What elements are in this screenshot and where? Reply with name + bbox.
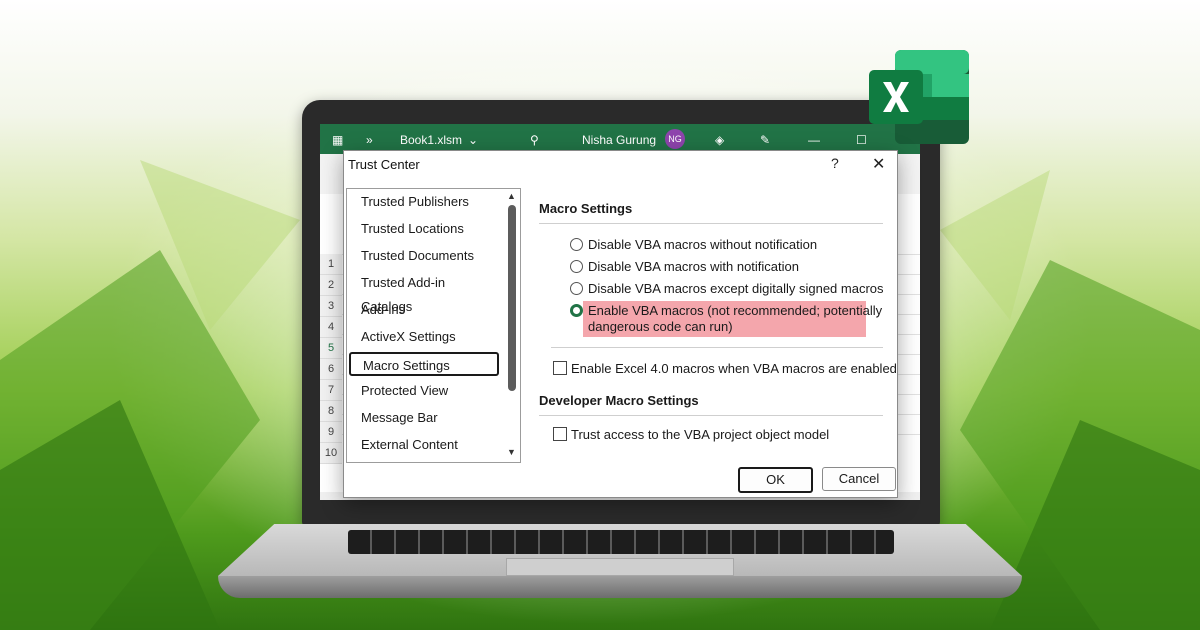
row-header[interactable]: 10	[320, 443, 342, 464]
search-icon[interactable]: ⚲	[530, 133, 539, 147]
laptop-base	[218, 524, 1022, 602]
excel-app-icon: ▦	[332, 133, 344, 147]
nav-scrollbar[interactable]: ▲ ▼	[505, 189, 519, 460]
nav-item-activex-settings[interactable]: ActiveX Settings	[349, 325, 499, 349]
close-button[interactable]: ✕	[872, 154, 885, 174]
scroll-up-arrow-icon[interactable]: ▲	[507, 191, 516, 201]
option-disable-with-notification[interactable]: Disable VBA macros with notification	[588, 259, 799, 274]
dialog-title: Trust Center	[348, 157, 420, 172]
nav-item-macro-settings[interactable]: Macro Settings	[349, 352, 499, 376]
quick-access-chevron-icon[interactable]: »	[366, 133, 373, 147]
keyboard	[348, 530, 894, 554]
minimize-icon[interactable]: —	[808, 133, 820, 147]
row-header[interactable]: 7	[320, 380, 342, 401]
excel-user-name[interactable]: Nisha Gurung	[582, 133, 656, 147]
nav-item-add-ins[interactable]: Add-ins	[349, 298, 499, 322]
nav-item-message-bar[interactable]: Message Bar	[349, 406, 499, 430]
help-button[interactable]: ?	[831, 155, 839, 171]
label-trust-vba-access[interactable]: Trust access to the VBA project object m…	[571, 427, 829, 442]
diamond-icon[interactable]: ◈	[715, 133, 724, 147]
checkbox-trust-vba-access[interactable]	[553, 427, 567, 441]
avatar[interactable]: NG	[665, 129, 685, 149]
option-enable-vba-macros-line2[interactable]: dangerous code can run)	[588, 319, 733, 334]
row-header[interactable]: 4	[320, 317, 342, 338]
radio-disable-with-notification[interactable]	[570, 260, 583, 273]
nav-item-trusted-documents[interactable]: Trusted Documents	[349, 244, 499, 268]
nav-item-protected-view[interactable]: Protected View	[349, 379, 499, 403]
option-disable-no-notification[interactable]: Disable VBA macros without notification	[588, 237, 817, 252]
row-header[interactable]: 8	[320, 401, 342, 422]
nav-item-external-content[interactable]: External Content	[349, 433, 499, 457]
filename-chevron-icon[interactable]: ⌄	[468, 133, 478, 147]
scroll-thumb[interactable]	[508, 205, 516, 391]
option-disable-except-signed[interactable]: Disable VBA macros except digitally sign…	[588, 281, 884, 296]
row-header[interactable]: 9	[320, 422, 342, 443]
section-divider	[539, 223, 883, 224]
laptop-front-edge	[218, 576, 1022, 598]
maximize-icon[interactable]: ☐	[856, 133, 867, 147]
trackpad	[506, 558, 734, 576]
trust-center-nav: Trusted Publishers Trusted Locations Tru…	[346, 188, 521, 463]
scroll-down-arrow-icon[interactable]: ▼	[507, 447, 516, 457]
nav-item-trusted-publishers[interactable]: Trusted Publishers	[349, 190, 499, 214]
row-header[interactable]: 1	[320, 254, 342, 275]
pen-icon[interactable]: ✎	[760, 133, 770, 147]
nav-item-trusted-locations[interactable]: Trusted Locations	[349, 217, 499, 241]
nav-item-trusted-add-in-catalogs[interactable]: Trusted Add-in Catalogs	[349, 271, 499, 314]
row-header[interactable]: 3	[320, 296, 342, 317]
row-headers: 1 2 3 4 5 6 7 8 9 10	[320, 254, 342, 464]
radio-disable-no-notification[interactable]	[570, 238, 583, 251]
excel-filename[interactable]: Book1.xlsm	[400, 133, 462, 147]
option-enable-vba-macros-line1[interactable]: Enable VBA macros (not recommended; pote…	[588, 303, 882, 318]
developer-macro-settings-heading: Developer Macro Settings	[539, 393, 699, 408]
section-divider	[539, 415, 883, 416]
row-header[interactable]: 5	[320, 338, 342, 359]
row-header[interactable]: 6	[320, 359, 342, 380]
trust-center-dialog: Trust Center ? ✕ Trusted Publishers Trus…	[343, 150, 898, 498]
cancel-button[interactable]: Cancel	[822, 467, 896, 491]
excel-logo-icon	[869, 50, 969, 144]
row-header[interactable]: 2	[320, 275, 342, 296]
radio-disable-except-signed[interactable]	[570, 282, 583, 295]
label-excel4-macros[interactable]: Enable Excel 4.0 macros when VBA macros …	[571, 361, 897, 376]
radio-enable-vba-macros[interactable]	[570, 304, 583, 317]
options-divider	[551, 347, 883, 348]
checkbox-excel4-macros[interactable]	[553, 361, 567, 375]
macro-settings-heading: Macro Settings	[539, 201, 633, 216]
ok-button[interactable]: OK	[738, 467, 813, 493]
